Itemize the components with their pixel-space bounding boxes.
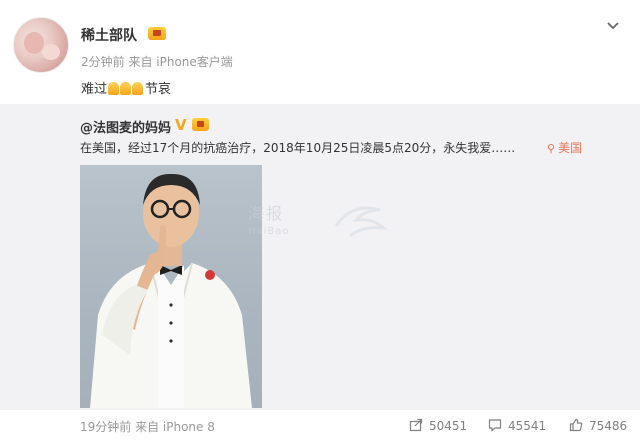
chevron-down-icon[interactable]: [606, 18, 620, 32]
pray-emoji: [108, 82, 144, 97]
username[interactable]: 稀土部队: [81, 25, 137, 45]
post-text-before: 难过: [81, 82, 108, 97]
original-post-text: 在美国，经过17个月的抗癌治疗，2018年10月25日凌晨5点20分，永失我爱……: [80, 141, 516, 155]
share-button[interactable]: 50451: [409, 418, 467, 433]
share-count: 50451: [429, 419, 468, 433]
watermark: 海报 HaiBao: [248, 200, 290, 237]
location-link[interactable]: ⚲ 美国: [547, 139, 582, 156]
comment-button[interactable]: 45541: [488, 418, 546, 433]
location-label: 美国: [558, 141, 583, 155]
vip-badge-icon: [148, 27, 166, 40]
location-pin-icon: ⚲: [547, 142, 556, 155]
post-text: 难过 节哀: [81, 78, 171, 97]
photo-illustration: [90, 173, 252, 408]
like-count: 75486: [589, 419, 628, 433]
share-icon: [409, 418, 423, 432]
watermark-swirl-icon: [334, 206, 389, 238]
original-post-meta: 19分钟前 来自 iPhone 8: [80, 420, 215, 434]
watermark-text: 海报: [248, 204, 285, 223]
post-footer: 19分钟前 来自 iPhone 8 50451 45541 75486: [0, 410, 640, 440]
like-button[interactable]: 75486: [569, 418, 627, 433]
watermark-subtext: HaiBao: [248, 226, 290, 237]
verified-v-icon: V: [175, 116, 187, 134]
comment-icon: [488, 419, 502, 432]
like-icon: [569, 418, 583, 432]
comment-count: 45541: [508, 419, 547, 433]
avatar[interactable]: [13, 17, 69, 73]
post-photo[interactable]: [80, 165, 262, 408]
weibo-post: 稀土部队 2分钟前 来自 iPhone客户端 难过 节哀 @法图麦的妈妈 V 在美…: [0, 0, 640, 440]
avatar-image-part: [42, 44, 60, 60]
original-author-link[interactable]: @法图麦的妈妈: [80, 117, 171, 136]
post-meta: 2分钟前 来自 iPhone客户端: [81, 55, 233, 69]
vip-badge-icon: [192, 118, 209, 131]
avatar-image-part: [24, 32, 44, 54]
post-text-after: 节哀: [145, 82, 172, 97]
